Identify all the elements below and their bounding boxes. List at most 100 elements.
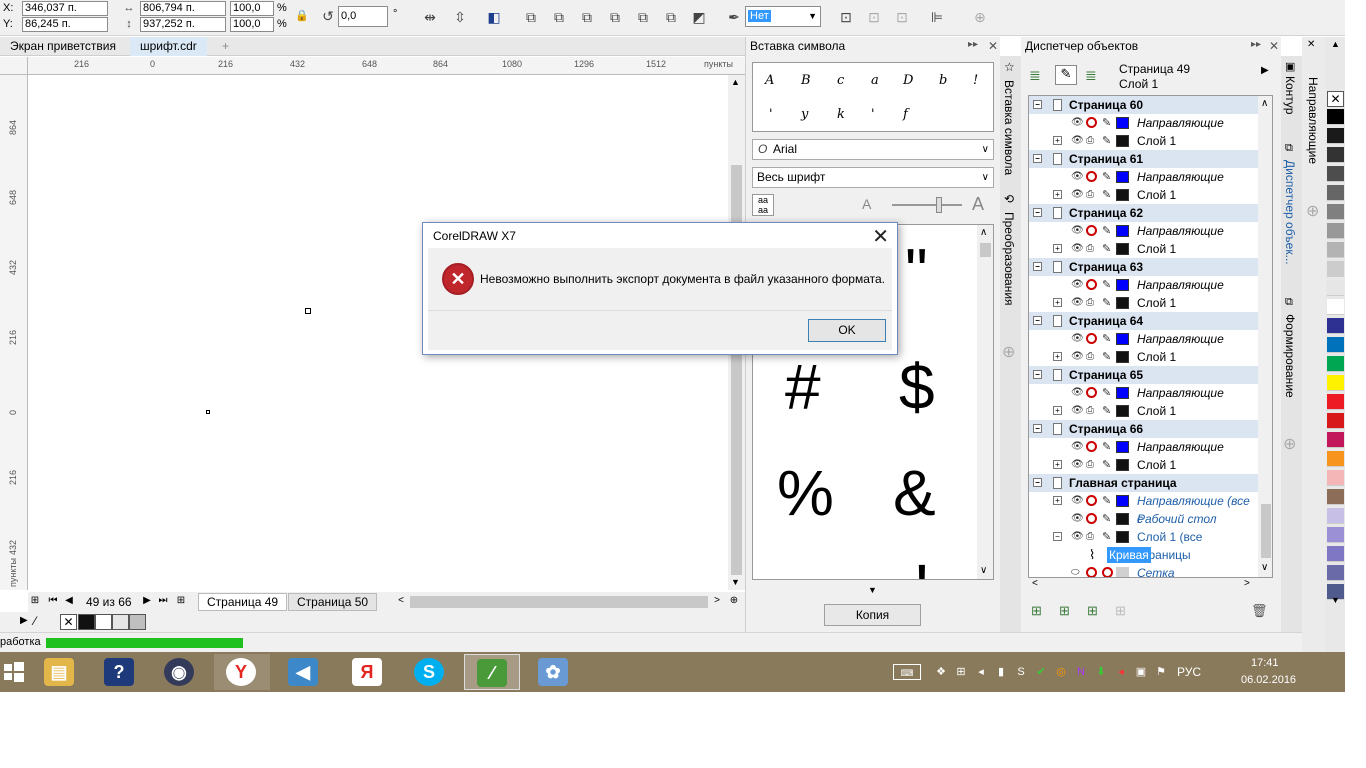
windows-icon[interactable]: ⊞ bbox=[953, 664, 969, 680]
ok-button[interactable]: OK bbox=[808, 319, 886, 342]
selection-handle[interactable] bbox=[206, 410, 210, 414]
scroll-up-icon[interactable]: ∧ bbox=[1261, 98, 1268, 109]
palette-swatch[interactable] bbox=[1327, 147, 1344, 163]
visibility-icon[interactable]: 👁 bbox=[1071, 240, 1084, 258]
palette-swatch[interactable] bbox=[1327, 527, 1344, 543]
visibility-icon[interactable]: 👁 bbox=[1071, 348, 1084, 366]
network-icon[interactable]: ▮ bbox=[993, 664, 1009, 680]
eyedropper-icon[interactable]: ⁄ bbox=[34, 614, 36, 628]
tree-layer-row[interactable]: − 👁 ⎙ ✎ Слой 1 (все страницы bbox=[1029, 528, 1258, 562]
tree-page-row[interactable]: − Страница 63 bbox=[1029, 258, 1258, 276]
scroll-left-icon[interactable]: < bbox=[1032, 578, 1038, 589]
no-print-icon[interactable] bbox=[1086, 333, 1097, 344]
palette-swatch[interactable] bbox=[1327, 489, 1344, 505]
page-tab[interactable]: Страница 50 bbox=[288, 593, 378, 611]
char-cell[interactable]: ! bbox=[913, 555, 931, 579]
expand-toggle-icon[interactable]: + bbox=[1053, 190, 1062, 199]
tree-layer-row[interactable]: 👁 ✎ Направляющие bbox=[1029, 168, 1258, 186]
tab-object-manager[interactable]: Диспетчер объек... bbox=[1283, 160, 1297, 265]
lock-edit-icon[interactable]: ✎ bbox=[1102, 114, 1111, 132]
lock-edit-icon[interactable]: ✎ bbox=[1102, 276, 1111, 294]
to-back-icon[interactable]: ⊡ bbox=[892, 7, 912, 27]
keyboard-icon[interactable]: ⌨ bbox=[893, 664, 921, 680]
intersect-icon[interactable]: ⧉ bbox=[577, 7, 597, 27]
char-cell[interactable]: " bbox=[905, 239, 928, 303]
expand-toggle-icon[interactable]: + bbox=[1053, 244, 1062, 253]
printer-icon[interactable]: ⎙ bbox=[1086, 402, 1094, 420]
close-icon[interactable]: ✕ bbox=[872, 224, 889, 249]
tree-layer-row[interactable]: + 👁 ⎙ ✎ Слой 1 bbox=[1029, 294, 1258, 312]
collapse-toggle-icon[interactable]: − bbox=[1033, 316, 1042, 325]
outline-width-select[interactable]: Нет ▼ bbox=[745, 6, 821, 27]
scroll-right-icon[interactable]: > bbox=[710, 594, 724, 608]
add-tab-icon[interactable]: + bbox=[218, 37, 233, 56]
no-print-icon[interactable] bbox=[1086, 117, 1097, 128]
visibility-icon[interactable]: 👁 bbox=[1071, 384, 1084, 402]
clock-date[interactable]: 06.02.2016 bbox=[1241, 674, 1296, 686]
ring-icon[interactable]: ◎ bbox=[1053, 664, 1069, 680]
align-icon[interactable]: ⊫ bbox=[927, 7, 947, 27]
charmap-scrollbar[interactable]: ∧ ∨ bbox=[977, 225, 993, 579]
tree-page-row[interactable]: − Страница 60 bbox=[1029, 96, 1258, 114]
visibility-icon[interactable]: 👁 bbox=[1071, 294, 1084, 312]
taskbar-coreldraw[interactable]: ⁄ bbox=[464, 654, 520, 690]
add-docker-icon[interactable]: ⊕ bbox=[1002, 342, 1015, 362]
char-filter-icon[interactable]: aa aa bbox=[752, 194, 774, 216]
ruler-origin[interactable] bbox=[0, 57, 28, 75]
palette-swatch[interactable] bbox=[1327, 375, 1344, 391]
scroll-left-icon[interactable]: < bbox=[394, 594, 408, 608]
arrange-icon[interactable]: ◧ bbox=[484, 7, 504, 27]
lock-edit-icon[interactable]: ✎ bbox=[1102, 492, 1111, 510]
to-front-icon[interactable]: ⊡ bbox=[864, 7, 884, 27]
no-fill-swatch[interactable]: ✕ bbox=[60, 614, 77, 630]
tab-transformations[interactable]: Преобразования bbox=[1002, 212, 1016, 306]
selection-handle[interactable] bbox=[305, 308, 311, 314]
lock-edit-icon[interactable]: ✎ bbox=[1102, 294, 1111, 312]
tree-layer-row[interactable]: 👁 ✎ Направляющие bbox=[1029, 330, 1258, 348]
prev-page-icon[interactable]: ◀ bbox=[62, 594, 76, 608]
tree-layer-row[interactable]: + 👁 ⎙ ✎ Слой 1 bbox=[1029, 240, 1258, 258]
no-print-icon[interactable] bbox=[1086, 441, 1097, 452]
tree-layer-row[interactable]: + 👁 ⎙ ✎ Слой 1 bbox=[1029, 132, 1258, 150]
palette-scroll-down-icon[interactable]: ▼ bbox=[1331, 595, 1340, 605]
lock-ratio-icon[interactable]: 🔒 bbox=[292, 6, 312, 26]
tree-page-row[interactable]: − Главная страница bbox=[1029, 474, 1258, 492]
palette-swatch[interactable] bbox=[1327, 356, 1344, 372]
taskbar-paint[interactable]: ✿ bbox=[526, 654, 582, 690]
tab-shaping[interactable]: Формирование bbox=[1283, 314, 1297, 398]
tree-page-row[interactable]: − Страница 65 bbox=[1029, 366, 1258, 384]
expand-arrow-icon[interactable]: ▼ bbox=[868, 585, 877, 595]
width-field[interactable]: 806,794 п. bbox=[140, 1, 226, 16]
zoom-slider[interactable] bbox=[892, 204, 962, 206]
tree-layer-row[interactable]: ⬭ Сетка bbox=[1029, 564, 1258, 577]
palette-expand-icon[interactable]: ▶ bbox=[20, 615, 28, 626]
lock-edit-icon[interactable]: ✎ bbox=[1102, 384, 1111, 402]
color-swatch[interactable] bbox=[95, 614, 112, 630]
palette-swatch[interactable] bbox=[1327, 546, 1344, 562]
flag-icon[interactable]: ⚑ bbox=[1153, 664, 1169, 680]
taskbar-yandex-browser[interactable]: Y bbox=[214, 654, 270, 690]
lock-edit-icon[interactable]: ✎ bbox=[1102, 456, 1111, 474]
palette-swatch[interactable] bbox=[1327, 470, 1344, 486]
lock-edit-icon[interactable]: ✎ bbox=[1102, 528, 1111, 546]
no-print-icon[interactable] bbox=[1086, 387, 1097, 398]
visibility-icon[interactable]: 👁 bbox=[1071, 168, 1084, 186]
taskbar-audio[interactable]: ◀ bbox=[276, 654, 332, 690]
collapse-toggle-icon[interactable]: − bbox=[1033, 370, 1042, 379]
first-page-icon[interactable]: ⏮ bbox=[46, 594, 60, 608]
vertical-ruler[interactable]: 864 648 432 216 0 216 432 пункты bbox=[0, 75, 28, 590]
expand-toggle-icon[interactable]: + bbox=[1053, 460, 1062, 469]
tab-document[interactable]: шрифт.cdr bbox=[130, 37, 207, 56]
onenote-icon[interactable]: N bbox=[1073, 664, 1089, 680]
tree-page-row[interactable]: − Страница 66 bbox=[1029, 420, 1258, 438]
next-page-icon[interactable]: ▶ bbox=[140, 594, 154, 608]
lock-edit-icon[interactable]: ✎ bbox=[1102, 222, 1111, 240]
visibility-icon[interactable]: 👁 bbox=[1071, 438, 1084, 456]
printer-icon[interactable]: ⎙ bbox=[1086, 348, 1094, 366]
printer-icon[interactable]: ⎙ bbox=[1086, 528, 1094, 546]
check-icon[interactable]: ✔ bbox=[1033, 664, 1049, 680]
collapse-icon[interactable]: ▸▸ bbox=[1251, 39, 1261, 50]
scroll-thumb[interactable] bbox=[1261, 504, 1271, 558]
lock-edit-icon[interactable]: ✎ bbox=[1102, 402, 1111, 420]
tree-layer-row[interactable]: + 👁 ⎙ ✎ Слой 1 bbox=[1029, 402, 1258, 420]
